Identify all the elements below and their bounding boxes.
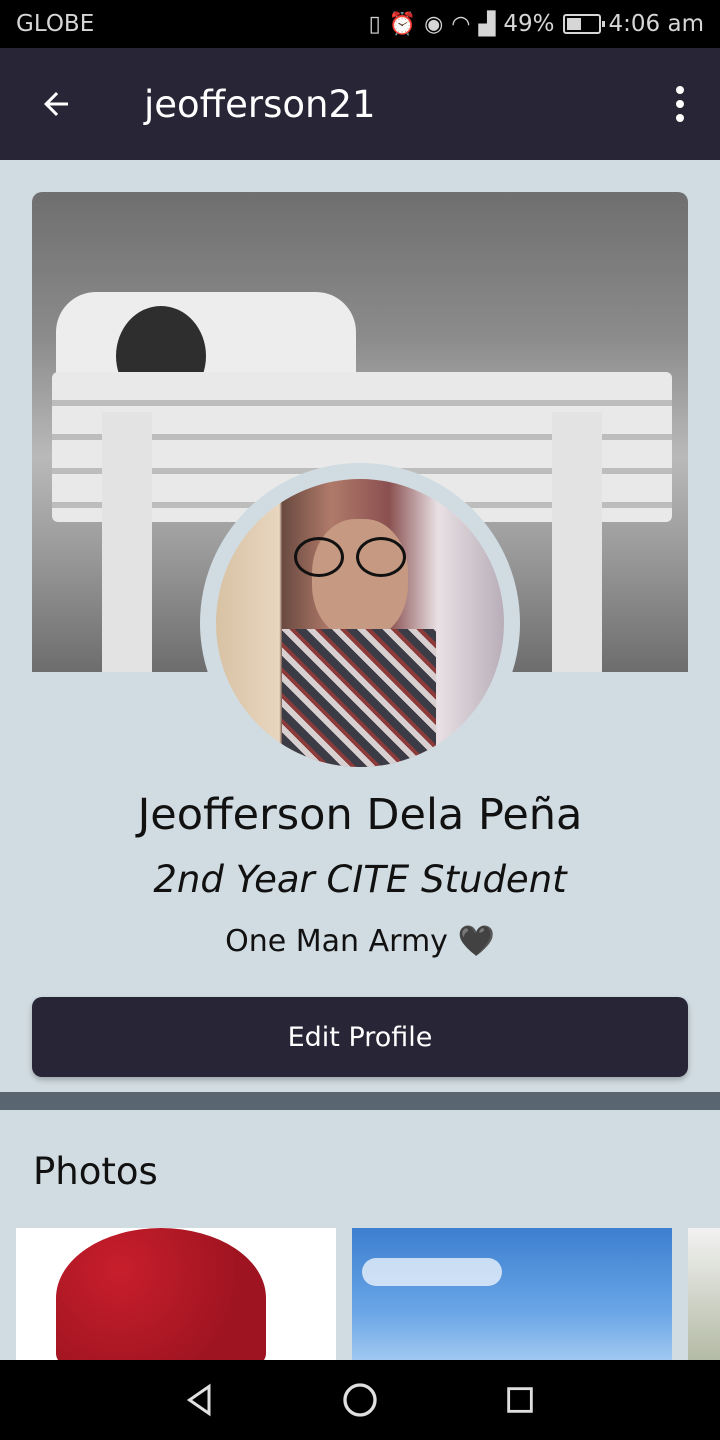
wifi-icon: ◠ xyxy=(451,11,471,37)
section-divider xyxy=(0,1092,720,1110)
clock: 4:06 am xyxy=(608,11,704,37)
vibrate-icon: ▯ xyxy=(368,11,381,37)
profile-card: Jeofferson Dela Peña 2nd Year CITE Stude… xyxy=(0,160,720,1092)
status-bar: GLOBE ▯ ⏰ ◉ ◠ ▟ 49% 4:06 am xyxy=(0,0,720,48)
battery-fill xyxy=(566,18,582,30)
profile-name: Jeofferson Dela Peña xyxy=(137,790,583,840)
arrow-left-icon xyxy=(44,92,68,116)
signal-icon: ▟ xyxy=(478,11,496,37)
photos-title: Photos xyxy=(33,1150,158,1193)
recents-square-icon xyxy=(507,1387,533,1413)
back-triangle-icon xyxy=(186,1383,211,1417)
carrier-label: GLOBE xyxy=(16,11,95,37)
eye-icon: ◉ xyxy=(424,11,444,37)
more-vert-icon[interactable] xyxy=(640,48,720,160)
profile-subtitle: 2nd Year CITE Student xyxy=(153,858,567,901)
nav-recents-button[interactable] xyxy=(480,1360,560,1440)
photo-thumbnail[interactable] xyxy=(688,1228,720,1360)
photo-thumbnail[interactable] xyxy=(16,1228,336,1360)
profile-bio: One Man Army 🖤 xyxy=(225,924,495,959)
battery-icon xyxy=(562,14,605,34)
battery-percent: 49% xyxy=(503,11,555,37)
status-icons: ▯ ⏰ ◉ ◠ ▟ 49% 4:06 am xyxy=(369,11,704,37)
nav-back-button[interactable] xyxy=(160,1360,240,1440)
avatar[interactable] xyxy=(216,479,504,767)
photos-section: Photos xyxy=(0,1110,720,1360)
alarm-icon: ⏰ xyxy=(388,11,417,37)
system-nav-bar xyxy=(0,1360,720,1440)
nav-home-button[interactable] xyxy=(320,1360,400,1440)
app-bar: jeofferson21 xyxy=(0,48,720,160)
edit-profile-button[interactable]: Edit Profile xyxy=(32,997,688,1077)
home-circle-icon xyxy=(343,1383,377,1417)
page-title: jeofferson21 xyxy=(144,82,376,126)
photo-thumbnail[interactable] xyxy=(352,1228,672,1360)
back-button[interactable] xyxy=(0,48,112,160)
